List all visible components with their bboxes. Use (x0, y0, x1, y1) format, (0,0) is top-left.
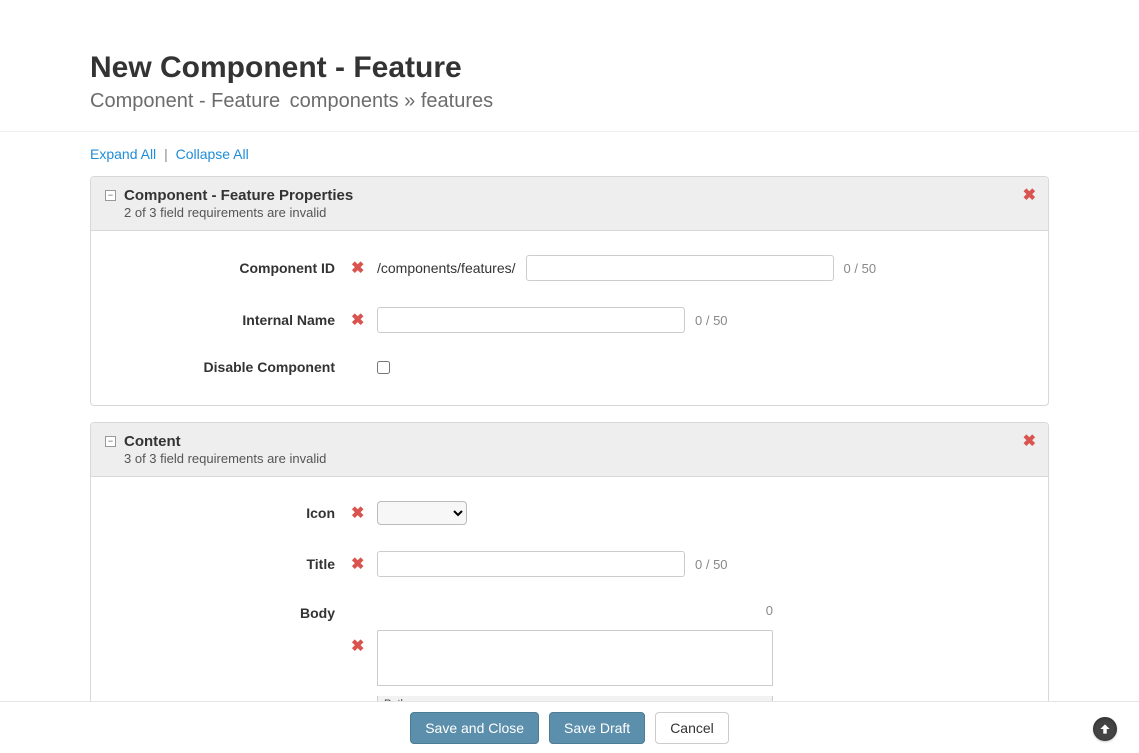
disable-component-label: Disable Component (111, 359, 351, 375)
panel-content-subtitle: 3 of 3 field requirements are invalid (124, 451, 1034, 466)
invalid-icon: ✖ (351, 556, 364, 573)
page-subtitle: Component - Feature components » feature… (90, 90, 1049, 113)
collapse-all-link[interactable]: Collapse All (176, 146, 249, 162)
expand-all-link[interactable]: Expand All (90, 146, 156, 162)
panel-content-title: Content (124, 433, 181, 450)
internal-name-counter: 0 / 50 (695, 313, 728, 328)
footer-bar: Save and Close Save Draft Cancel (0, 701, 1139, 753)
component-id-label: Component ID (111, 260, 351, 276)
internal-name-label: Internal Name (111, 312, 351, 328)
arrow-up-icon (1098, 722, 1112, 736)
body-counter: 0 (377, 603, 773, 618)
save-and-close-button[interactable]: Save and Close (410, 712, 539, 744)
body-textarea[interactable] (377, 630, 773, 686)
scroll-top-button[interactable] (1093, 717, 1117, 741)
field-icon: Icon ✖ (111, 501, 1028, 525)
collapse-icon[interactable]: − (105, 190, 116, 201)
title-counter: 0 / 50 (695, 557, 728, 572)
internal-name-input[interactable] (377, 307, 685, 333)
invalid-icon: ✖ (351, 260, 364, 277)
field-component-id: Component ID ✖ /components/features/ 0 /… (111, 255, 1028, 281)
component-id-counter: 0 / 50 (844, 261, 877, 276)
component-id-input[interactable] (526, 255, 834, 281)
toolbar-divider: | (164, 146, 168, 162)
panel-content-header: − Content 3 of 3 field requirements are … (91, 423, 1048, 477)
field-disable-component: Disable Component (111, 359, 1028, 375)
collapse-icon[interactable]: − (105, 436, 116, 447)
field-internal-name: Internal Name ✖ 0 / 50 (111, 307, 1028, 333)
icon-label: Icon (111, 505, 351, 521)
field-title: Title ✖ 0 / 50 (111, 551, 1028, 577)
panel-properties-header: − Component - Feature Properties 2 of 3 … (91, 177, 1048, 231)
invalid-icon: ✖ (351, 312, 364, 329)
page-header: New Component - Feature Component - Feat… (0, 0, 1139, 132)
disable-component-checkbox[interactable] (377, 361, 390, 374)
component-id-prefix: /components/features/ (377, 260, 516, 276)
title-input[interactable] (377, 551, 685, 577)
panel-properties: − Component - Feature Properties 2 of 3 … (90, 176, 1049, 406)
body-label: Body (111, 603, 351, 621)
save-draft-button[interactable]: Save Draft (549, 712, 645, 744)
expand-collapse-toolbar: Expand All | Collapse All (90, 146, 1049, 162)
close-icon[interactable]: ✖ (1023, 185, 1036, 205)
invalid-icon: ✖ (351, 636, 364, 656)
close-icon[interactable]: ✖ (1023, 431, 1036, 451)
panel-content: − Content 3 of 3 field requirements are … (90, 422, 1049, 702)
invalid-icon: ✖ (351, 505, 364, 522)
page-title: New Component - Feature (90, 50, 1049, 86)
icon-select[interactable] (377, 501, 467, 525)
field-body: Body 0 ✖ Path: p (111, 603, 1028, 702)
panel-properties-subtitle: 2 of 3 field requirements are invalid (124, 205, 1034, 220)
panel-properties-title: Component - Feature Properties (124, 187, 353, 204)
title-label: Title (111, 556, 351, 572)
cancel-button[interactable]: Cancel (655, 712, 729, 744)
